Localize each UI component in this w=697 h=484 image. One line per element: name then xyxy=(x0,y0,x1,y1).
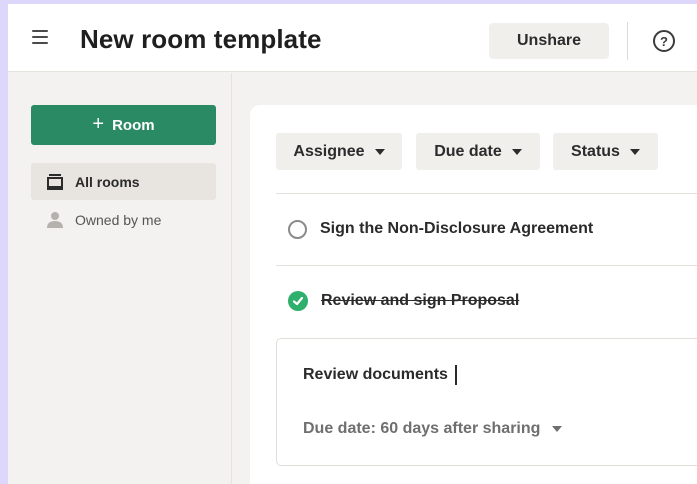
text-cursor xyxy=(455,365,457,385)
task-name-input[interactable] xyxy=(303,363,683,387)
due-date-label: Due date: 60 days after sharing xyxy=(303,420,541,437)
plus-icon: + xyxy=(92,113,105,135)
new-room-label: Room xyxy=(112,116,155,134)
task-list-card: Assignee Due date Status Sign the Non-Di… xyxy=(250,105,697,484)
task-label: Sign the Non-Disclosure Agreement xyxy=(320,220,594,237)
help-icon[interactable]: ? xyxy=(653,30,675,52)
top-bar: New room template Unshare ? xyxy=(8,4,697,72)
task-label: Review and sign Proposal xyxy=(321,292,520,309)
chevron-down-icon xyxy=(374,148,385,155)
app-window: New room template Unshare ? + Room All r… xyxy=(8,4,697,484)
chevron-down-icon xyxy=(552,426,563,432)
sidebar: + Room All rooms Owned by me xyxy=(8,73,232,484)
checkmark-icon[interactable] xyxy=(288,291,308,311)
due-date-filter-dropdown[interactable]: Due date xyxy=(416,133,540,170)
chevron-down-icon xyxy=(629,148,640,155)
sidebar-item-label: Owned by me xyxy=(75,211,162,228)
sidebar-item-owned-by-me[interactable]: Owned by me xyxy=(31,201,216,238)
status-filter-dropdown[interactable]: Status xyxy=(553,133,658,170)
page-title: New room template xyxy=(80,24,322,54)
checkbox-empty-icon[interactable] xyxy=(288,219,307,239)
sidebar-item-all-rooms[interactable]: All rooms xyxy=(31,163,216,200)
help-icon-glyph: ? xyxy=(660,33,668,49)
filter-label: Assignee xyxy=(293,142,365,160)
sidebar-item-label: All rooms xyxy=(75,173,140,190)
header-divider xyxy=(627,22,628,60)
person-icon xyxy=(45,210,65,230)
chevron-down-icon xyxy=(511,148,522,155)
filter-label: Status xyxy=(571,142,620,160)
task-edit-panel: Due date: 60 days after sharing xyxy=(276,338,697,466)
due-date-dropdown[interactable]: Due date: 60 days after sharing xyxy=(303,417,563,441)
rooms-stack-icon xyxy=(45,172,65,192)
unshare-button[interactable]: Unshare xyxy=(489,23,609,59)
assignee-filter-dropdown[interactable]: Assignee xyxy=(276,133,402,170)
task-row[interactable]: Review and sign Proposal xyxy=(276,266,697,336)
task-row[interactable]: Sign the Non-Disclosure Agreement xyxy=(276,194,697,264)
new-room-button[interactable]: + Room xyxy=(31,105,216,145)
hamburger-menu-icon[interactable] xyxy=(30,28,50,46)
filter-label: Due date xyxy=(434,142,502,160)
